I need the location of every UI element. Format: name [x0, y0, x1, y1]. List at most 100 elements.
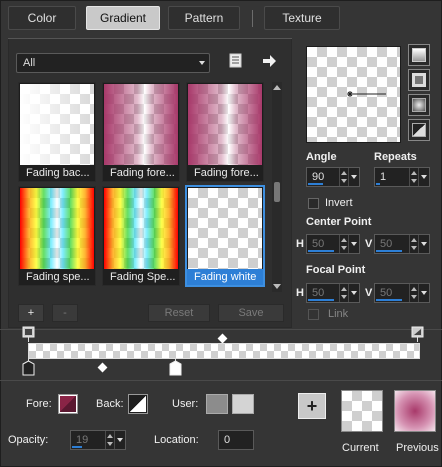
invert-checkbox[interactable]: [308, 198, 319, 209]
angle-handle-icon[interactable]: [306, 46, 401, 143]
color-stop-left[interactable]: [22, 359, 36, 377]
user-label: User:: [172, 398, 199, 410]
location-input[interactable]: 0: [218, 430, 254, 450]
user-swatch-2[interactable]: [232, 394, 254, 414]
spinner-icon[interactable]: [339, 284, 348, 302]
focal-v-value: 50: [380, 287, 393, 299]
gradient-ramp[interactable]: [28, 343, 420, 359]
divider: [0, 380, 442, 381]
user-swatch-1[interactable]: [206, 394, 228, 414]
spinner-icon[interactable]: [409, 235, 418, 253]
spinner-icon[interactable]: [409, 168, 418, 186]
chevron-down-icon[interactable]: [418, 168, 429, 186]
gradient-thumb-3[interactable]: Fading fore...: [186, 82, 264, 182]
tab-pattern[interactable]: Pattern: [168, 6, 240, 30]
linear-style-button[interactable]: [408, 44, 430, 66]
location-value: 0: [224, 434, 231, 446]
divider: [8, 38, 292, 39]
gradient-caption: Fading spe...: [19, 269, 95, 285]
scroll-down-icon[interactable]: [273, 284, 281, 290]
sunburst-style-button[interactable]: [408, 94, 430, 116]
gradient-thumb-5[interactable]: Fading Spe...: [102, 186, 180, 286]
gradient-caption: Fading white: [187, 269, 263, 285]
focal-v-label: V: [365, 287, 373, 299]
chevron-down-icon[interactable]: [418, 284, 429, 302]
gradient-caption: Fading Spe...: [103, 269, 179, 285]
scrollbar-thumb[interactable]: [274, 182, 280, 202]
center-v-label: V: [365, 238, 373, 250]
previous-swatch[interactable]: [394, 390, 436, 432]
tab-separator: [252, 10, 253, 27]
back-label: Back:: [96, 398, 124, 410]
sunburst-style-icon: [412, 98, 426, 112]
scroll-up-icon[interactable]: [273, 84, 281, 90]
focal-v-slider-fill: [376, 299, 402, 301]
gradient-thumb-2[interactable]: Fading fore...: [102, 82, 180, 182]
gradient-caption: Fading fore...: [103, 165, 179, 181]
chevron-down-icon[interactable]: [114, 431, 125, 449]
opacity-stop-right[interactable]: [411, 326, 425, 342]
fore-label: Fore:: [26, 398, 52, 410]
focal-point-label: Focal Point: [306, 264, 366, 276]
focal-h-value: 50: [312, 287, 325, 299]
gradient-preview: [104, 188, 178, 270]
focal-h-input[interactable]: 50: [306, 283, 360, 303]
spinner-icon[interactable]: [339, 235, 348, 253]
repeats-input[interactable]: 1: [374, 167, 430, 187]
fore-swatch[interactable]: [58, 394, 78, 414]
back-swatch[interactable]: [128, 394, 148, 414]
focal-h-label: H: [296, 287, 304, 299]
chevron-down-icon: [199, 61, 205, 65]
new-gradient-icon[interactable]: [228, 53, 244, 69]
rectangular-style-icon: [412, 73, 426, 87]
center-h-input[interactable]: 50: [306, 234, 360, 254]
angle-input[interactable]: 90: [306, 167, 360, 187]
add-to-swatches-button[interactable]: +: [298, 393, 326, 419]
center-v-input[interactable]: 50: [374, 234, 430, 254]
tab-texture[interactable]: Texture: [264, 6, 340, 30]
center-v-value: 50: [380, 238, 393, 250]
angle-slider-fill: [308, 183, 323, 185]
radial-style-button[interactable]: [408, 119, 430, 141]
angle-value: 90: [312, 171, 325, 183]
linear-style-icon: [412, 48, 426, 62]
remove-stop-button[interactable]: -: [52, 304, 78, 322]
chevron-down-icon[interactable]: [348, 235, 359, 253]
gradient-thumb-6[interactable]: Fading white: [185, 185, 265, 287]
current-swatch[interactable]: [341, 390, 383, 432]
divider: [0, 329, 442, 330]
link-checkbox[interactable]: [308, 309, 319, 320]
opacity-stop-left[interactable]: [22, 326, 36, 342]
gradient-thumb-1[interactable]: Fading bac...: [18, 82, 96, 182]
chevron-down-icon[interactable]: [418, 235, 429, 253]
gradient-preview: [104, 84, 178, 166]
link-label: Link: [328, 308, 349, 320]
tab-gradient[interactable]: Gradient: [86, 6, 160, 30]
add-stop-button[interactable]: +: [18, 304, 44, 322]
save-button[interactable]: Save: [218, 304, 284, 322]
current-label: Current: [342, 442, 379, 454]
opacity-input[interactable]: 19: [70, 430, 126, 450]
opacity-value: 19: [76, 434, 89, 446]
rectangular-style-button[interactable]: [408, 69, 430, 91]
center-h-slider-fill: [308, 250, 334, 252]
spinner-icon[interactable]: [409, 284, 418, 302]
spinner-icon[interactable]: [339, 168, 348, 186]
spinner-icon[interactable]: [105, 431, 114, 449]
chevron-down-icon[interactable]: [348, 284, 359, 302]
focal-v-input[interactable]: 50: [374, 283, 430, 303]
color-stop-right[interactable]: [169, 359, 183, 377]
tab-color[interactable]: Color: [8, 6, 76, 30]
repeats-label: Repeats: [374, 151, 417, 163]
gradient-preview: [188, 188, 262, 270]
opacity-label: Opacity:: [8, 434, 49, 446]
gradient-thumb-4[interactable]: Fading spe...: [18, 186, 96, 286]
gradient-caption: Fading fore...: [187, 165, 263, 181]
repeats-value: 1: [380, 171, 387, 183]
library-scrollbar[interactable]: [272, 82, 282, 292]
arrow-right-icon[interactable]: [262, 54, 278, 68]
category-select[interactable]: All: [16, 53, 210, 73]
back-color-fill: [130, 396, 146, 412]
reset-button[interactable]: Reset: [148, 304, 210, 322]
chevron-down-icon[interactable]: [348, 168, 359, 186]
